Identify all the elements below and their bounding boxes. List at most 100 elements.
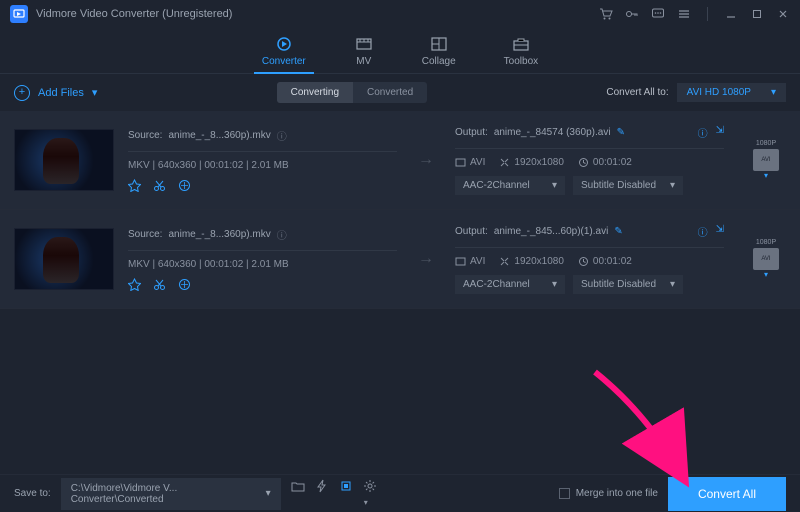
info-icon[interactable]: ⓘ — [277, 128, 287, 143]
save-to-label: Save to: — [14, 488, 51, 499]
badge-quality: 1080P — [756, 140, 776, 147]
resolution-spec: 1920x1080 — [499, 157, 564, 168]
effects-icon[interactable] — [128, 179, 141, 192]
resolution-spec: 1920x1080 — [499, 256, 564, 267]
video-thumbnail[interactable] — [14, 129, 114, 191]
audio-select[interactable]: AAC-2Channel▾ — [455, 176, 565, 195]
subtitle-select[interactable]: Subtitle Disabled▾ — [573, 176, 683, 195]
chevron-down-icon: ▾ — [670, 180, 675, 191]
merge-label: Merge into one file — [576, 488, 658, 499]
container-spec: AVI — [455, 157, 485, 168]
edit-icon[interactable]: ✎ — [617, 127, 625, 138]
subtitle-select[interactable]: Subtitle Disabled▾ — [573, 275, 683, 294]
add-files-button[interactable]: + Add Files ▾ — [14, 85, 97, 101]
main-tabs: Converter MV Collage Toolbox — [0, 28, 800, 74]
collage-icon — [429, 36, 449, 52]
convert-all-button[interactable]: Convert All — [668, 477, 786, 511]
badge-quality: 1080P — [756, 239, 776, 246]
tab-converter[interactable]: Converter — [262, 36, 306, 73]
effects-icon[interactable] — [128, 278, 141, 291]
source-meta: MKV | 640x360 | 00:01:02 | 2.01 MB — [128, 160, 397, 171]
info-icon[interactable]: ⓘ — [698, 224, 708, 239]
folder-icon[interactable] — [291, 479, 305, 508]
info-icon[interactable]: ⓘ — [698, 125, 708, 140]
audio-select[interactable]: AAC-2Channel▾ — [455, 275, 565, 294]
chevron-down-icon: ▾ — [670, 279, 675, 290]
maximize-button[interactable] — [750, 7, 764, 21]
cut-icon[interactable] — [153, 179, 166, 192]
chevron-down-icon: ▾ — [92, 86, 98, 99]
chevron-down-icon: ▾ — [764, 270, 768, 279]
output-label: Output: — [455, 226, 488, 237]
format-select[interactable]: AVI HD 1080P ▾ — [677, 83, 786, 102]
format-value: AVI HD 1080P — [687, 87, 751, 98]
save-path-select[interactable]: C:\Vidmore\Vidmore V... Converter\Conver… — [61, 478, 281, 510]
tab-collage[interactable]: Collage — [422, 36, 456, 73]
output-filename: anime_-_84574 (360p).avi — [494, 127, 611, 138]
app-logo-icon — [10, 5, 28, 23]
divider — [707, 7, 708, 21]
compress-icon[interactable]: ⇲ — [716, 125, 724, 140]
source-label: Source: — [128, 229, 162, 240]
chevron-down-icon: ▾ — [552, 279, 557, 290]
chevron-down-icon: ▾ — [771, 87, 776, 98]
item-output-panel: Output: anime_-_845...60p)(1).avi ✎ ⓘ ⇲ … — [455, 224, 724, 294]
merge-checkbox[interactable]: Merge into one file — [559, 488, 658, 499]
item-output-panel: Output: anime_-_84574 (360p).avi ✎ ⓘ ⇲ A… — [455, 125, 724, 195]
key-icon[interactable] — [625, 7, 639, 21]
segment-converted[interactable]: Converted — [353, 82, 427, 103]
divider — [128, 250, 397, 251]
info-icon[interactable]: ⓘ — [277, 227, 287, 242]
gpu-icon[interactable] — [339, 479, 353, 508]
checkbox-icon — [559, 488, 570, 499]
video-thumbnail[interactable] — [14, 228, 114, 290]
source-tools — [128, 278, 397, 291]
tab-label: Toolbox — [504, 56, 538, 67]
tab-mv[interactable]: MV — [354, 36, 374, 73]
item-source-panel: Source: anime_-_8...360p).mkv ⓘ MKV | 64… — [128, 128, 397, 192]
duration-spec: 00:01:02 — [578, 157, 632, 168]
annotation-arrow-icon — [585, 362, 705, 492]
enhance-icon[interactable] — [178, 179, 191, 192]
divider — [128, 151, 397, 152]
output-format-badge[interactable]: 1080P AVI ▾ — [746, 140, 786, 180]
source-meta: MKV | 640x360 | 00:01:02 | 2.01 MB — [128, 259, 397, 270]
segmented-control: Converting Converted — [277, 82, 428, 103]
menu-icon[interactable] — [677, 7, 691, 21]
compress-icon[interactable]: ⇲ — [716, 224, 724, 239]
arrow-right-icon: → — [411, 151, 441, 169]
chevron-down-icon: ▾ — [266, 488, 271, 499]
segment-converting[interactable]: Converting — [277, 82, 353, 103]
cut-icon[interactable] — [153, 278, 166, 291]
chevron-down-icon: ▾ — [764, 171, 768, 180]
enhance-icon[interactable] — [178, 278, 191, 291]
toolbar: + Add Files ▾ Converting Converted Conve… — [0, 74, 800, 111]
tab-label: MV — [356, 56, 371, 67]
file-format-icon: AVI — [753, 149, 779, 171]
output-label: Output: — [455, 127, 488, 138]
bottom-tools: ▾ — [291, 479, 377, 508]
settings-icon[interactable]: ▾ — [363, 479, 377, 508]
file-format-icon: AVI — [753, 248, 779, 270]
output-format-badge[interactable]: 1080P AVI ▾ — [746, 239, 786, 279]
title-left: Vidmore Video Converter (Unregistered) — [10, 5, 232, 23]
minimize-button[interactable] — [724, 7, 738, 21]
mv-icon — [354, 36, 374, 52]
feedback-icon[interactable] — [651, 7, 665, 21]
edit-icon[interactable]: ✎ — [614, 226, 622, 237]
close-button[interactable] — [776, 7, 790, 21]
source-filename: anime_-_8...360p).mkv — [168, 229, 270, 240]
tab-toolbox[interactable]: Toolbox — [504, 36, 538, 73]
lightning-icon[interactable] — [315, 479, 329, 508]
window-title: Vidmore Video Converter (Unregistered) — [36, 8, 232, 20]
container-spec: AVI — [455, 256, 485, 267]
titlebar: Vidmore Video Converter (Unregistered) — [0, 0, 800, 28]
chevron-down-icon: ▾ — [552, 180, 557, 191]
toolbox-icon — [511, 36, 531, 52]
arrow-right-icon: → — [411, 250, 441, 268]
title-right — [599, 7, 790, 21]
save-path-value: C:\Vidmore\Vidmore V... Converter\Conver… — [71, 483, 266, 505]
cart-icon[interactable] — [599, 7, 613, 21]
tab-label: Converter — [262, 56, 306, 67]
tab-label: Collage — [422, 56, 456, 67]
